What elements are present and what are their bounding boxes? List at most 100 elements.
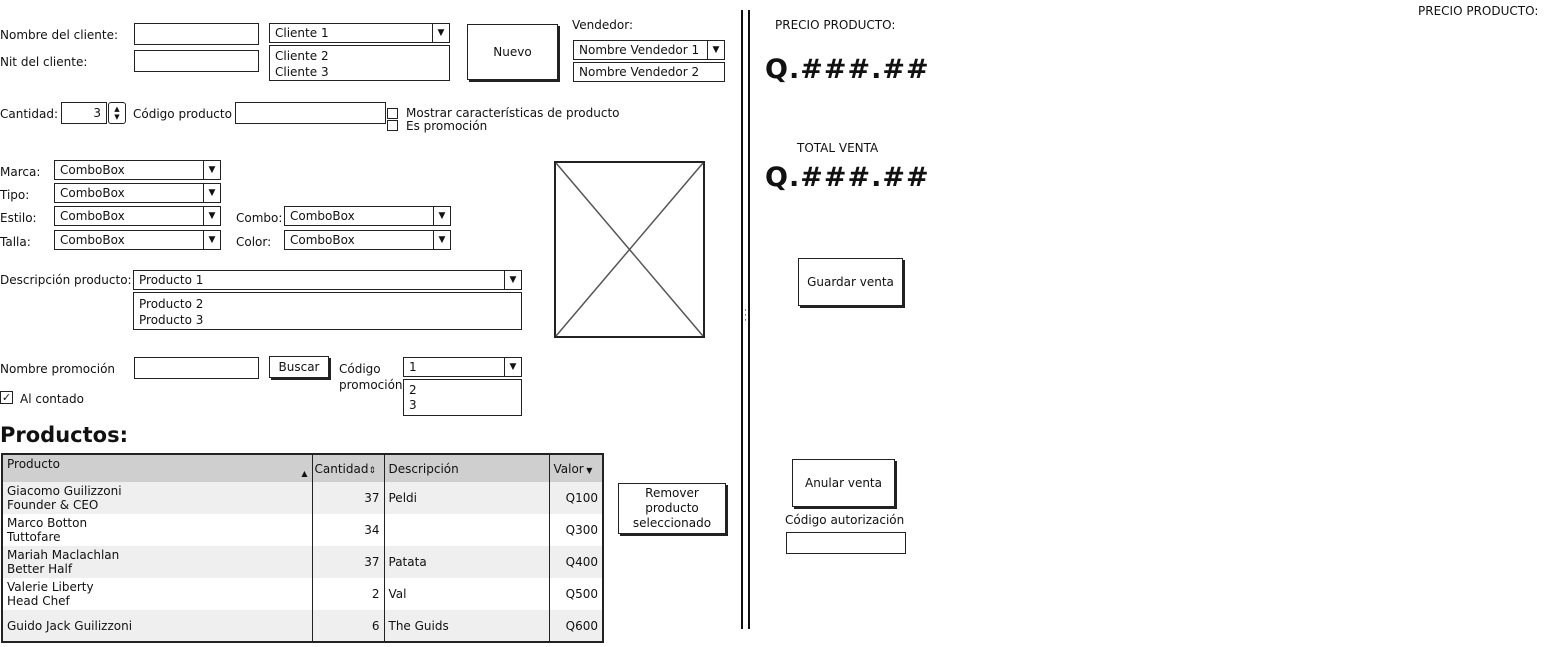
products-table[interactable]: Producto ▲ Cantidad⇕ Descripción Valor ▼… [1,453,604,643]
remove-product-line-2: producto [645,501,699,515]
list-item[interactable]: Cliente 2 [270,48,449,64]
chevron-down-icon[interactable]: ▼ [707,41,724,59]
stepper-arrows-icon[interactable]: ▲ ▼ [108,102,126,124]
new-client-button[interactable]: Nuevo [467,24,558,80]
auth-code-input[interactable] [786,532,906,554]
top-right-price-label: PRECIO PRODUCTO: [1418,4,1539,18]
search-promo-button[interactable]: Buscar [269,356,329,378]
show-features-checkbox[interactable] [387,108,398,119]
list-item[interactable]: 3 [404,398,521,413]
product-subtitle: Better Half [7,562,73,576]
cell-value: Q300 [549,514,604,546]
seller-combo[interactable]: Nombre Vendedor 1 ▼ [573,40,725,60]
combo-combo-value: ComboBox [290,209,355,223]
cell-description: Peldi [384,482,550,514]
combo-combo[interactable]: ComboBox ▼ [284,206,451,226]
list-item[interactable]: Producto 3 [134,312,521,328]
style-label: Estilo: [0,211,37,225]
chevron-down-icon[interactable]: ▼ [504,358,521,376]
style-combo[interactable]: ComboBox ▼ [54,206,221,226]
type-label: Tipo: [0,188,30,202]
sort-asc-icon[interactable]: ▲ [301,469,307,478]
column-header-quantity[interactable]: Cantidad⇕ [312,454,385,482]
description-combo[interactable]: Producto 1 ▼ [133,270,522,290]
total-value: Q.###.## [765,162,930,193]
cash-checkbox[interactable]: ✓ [0,391,13,404]
product-image-placeholder [554,161,705,338]
seller-combo-value: Nombre Vendedor 1 [579,43,700,57]
sort-icon[interactable]: ⇕ [368,466,376,476]
quantity-label: Cantidad: [0,107,59,121]
color-combo[interactable]: ComboBox ▼ [284,230,451,250]
promo-code-label-1: Código [339,362,381,376]
table-row[interactable]: Marco Botton Tuttofare 34 Q300 [2,514,604,546]
product-name: Guido Jack Guilizzoni [7,618,133,633]
list-item[interactable]: Nombre Vendedor 2 [574,64,724,80]
list-item[interactable]: Cliente 3 [270,64,449,80]
column-header-quantity-label: Cantidad [314,461,369,476]
promo-code-list[interactable]: 2 3 [403,379,522,416]
list-item[interactable]: Producto 2 [134,296,521,312]
remove-product-line-3: seleccionado [632,516,712,530]
cell-description: The Guids [384,610,550,642]
cancel-sale-button[interactable]: Anular venta [792,459,895,507]
client-combo-list[interactable]: Cliente 2 Cliente 3 [269,45,450,81]
product-name: Giacomo Guilizzoni [7,484,122,498]
chevron-down-icon[interactable]: ▼ [433,207,450,225]
type-combo-value: ComboBox [60,186,125,200]
cell-value: Q500 [549,578,604,610]
product-code-input[interactable] [235,102,386,124]
table-row[interactable]: Mariah Maclachlan Better Half 37 Patata Q… [2,546,604,578]
list-item[interactable]: 2 [404,383,521,398]
total-label: TOTAL VENTA [797,141,879,155]
column-header-value[interactable]: Valor ▼ [549,454,604,482]
cell-quantity: 37 [312,546,385,578]
seller-label: Vendedor: [572,18,633,32]
product-name: Marco Botton [7,516,88,530]
chevron-down-icon[interactable]: ▼ [203,207,220,225]
client-combo[interactable]: Cliente 1 ▼ [269,23,450,43]
chevron-down-icon[interactable]: ▼ [203,184,220,202]
brand-label: Marca: [0,165,41,179]
size-label: Talla: [0,235,31,249]
is-promo-checkbox[interactable] [387,120,398,131]
chevron-down-icon[interactable]: ▼ [433,231,450,249]
column-header-description[interactable]: Descripción [384,454,550,482]
remove-product-button[interactable]: Remover producto seleccionado [618,483,726,534]
cell-product: Marco Botton Tuttofare [2,514,313,546]
promo-name-input[interactable] [134,357,259,379]
brand-combo[interactable]: ComboBox ▼ [54,160,221,180]
color-label: Color: [236,235,272,249]
description-combo-list[interactable]: Producto 2 Producto 3 [133,292,522,330]
cell-quantity: 34 [312,514,385,546]
cell-quantity: 6 [312,610,385,642]
table-row[interactable]: Guido Jack Guilizzoni 6 The Guids Q600 [2,610,604,642]
quantity-stepper[interactable]: 3 [61,102,107,124]
client-name-input[interactable] [134,23,259,45]
type-combo[interactable]: ComboBox ▼ [54,183,221,203]
save-sale-button[interactable]: Guardar venta [798,258,903,306]
seller-combo-list[interactable]: Nombre Vendedor 2 [573,62,725,82]
cell-description [384,514,550,546]
table-row[interactable]: Giacomo Guilizzoni Founder & CEO 37 Peldi… [2,482,604,514]
sort-desc-icon[interactable]: ▼ [584,466,592,475]
size-combo[interactable]: ComboBox ▼ [54,230,221,250]
cell-quantity: 2 [312,578,385,610]
table-row[interactable]: Valerie Liberty Head Chef 2 Val Q500 [2,578,604,610]
chevron-down-icon[interactable]: ▼ [432,24,449,42]
splitter-handle-icon[interactable]: · · · [743,307,748,329]
client-nit-input[interactable] [134,50,259,72]
promo-code-combo[interactable]: 1 ▼ [403,357,522,377]
description-label: Descripción producto: [0,273,132,287]
product-code-label: Código producto [133,107,232,121]
combo-label: Combo: [236,211,283,225]
auth-code-label: Código autorización [785,513,905,527]
promo-name-label: Nombre promoción [0,362,116,376]
chevron-down-icon[interactable]: ▼ [203,231,220,249]
column-header-product-label: Producto [7,457,60,471]
column-header-product[interactable]: Producto ▲ [2,454,313,482]
size-combo-value: ComboBox [60,233,125,247]
column-header-value-label: Valor [553,461,584,476]
chevron-down-icon[interactable]: ▼ [504,271,521,289]
chevron-down-icon[interactable]: ▼ [203,161,220,179]
